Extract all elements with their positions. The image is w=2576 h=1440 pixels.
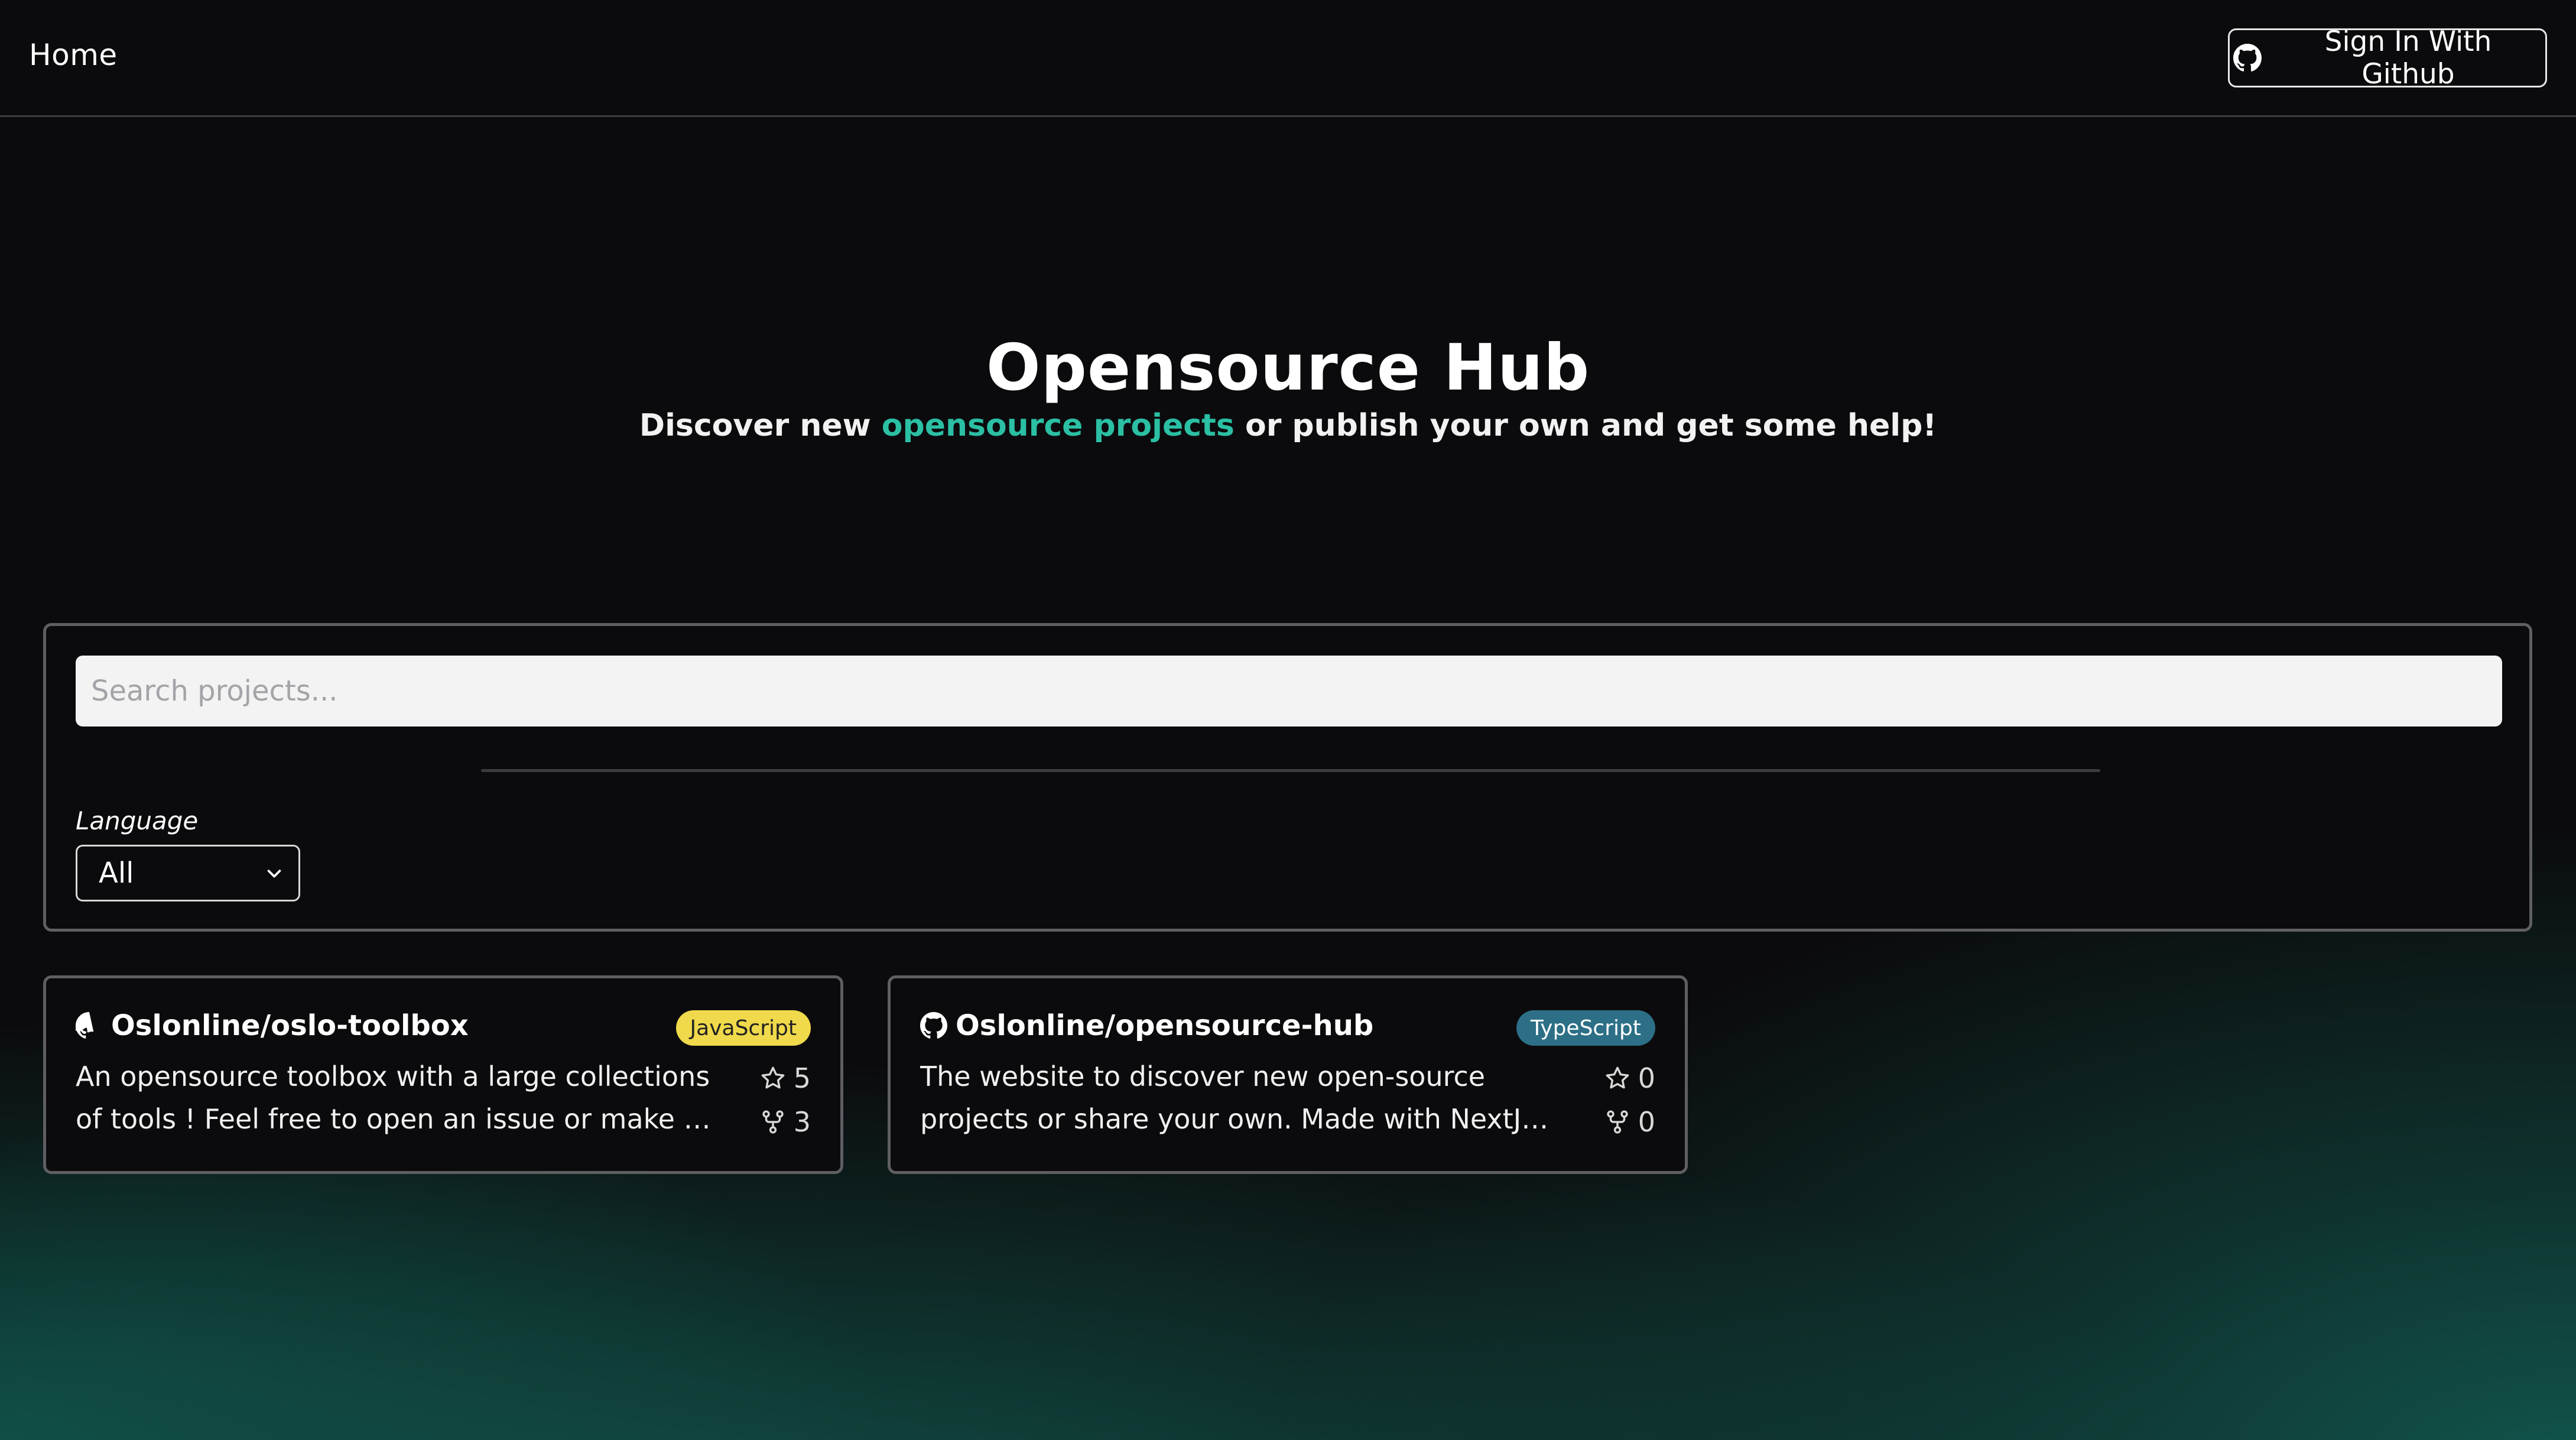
stars-count: 5 — [793, 1062, 811, 1094]
project-title[interactable]: Oslonline/opensource-hub — [956, 1009, 1373, 1042]
divider — [481, 769, 2100, 772]
fork-icon — [759, 1108, 787, 1136]
navbar: Home Sign In With Github — [0, 0, 2576, 117]
project-description: An opensource toolbox with a large colle… — [76, 1060, 710, 1135]
subtitle-after: or publish your own and get some help! — [1234, 408, 1937, 443]
sign-in-label: Sign In With Github — [2324, 25, 2492, 90]
github-icon — [2233, 44, 2262, 72]
language-badge: TypeScript — [1516, 1010, 1655, 1046]
hero-subtitle: Discover new opensource projects or publ… — [0, 408, 2576, 443]
search-panel: Language All — [43, 623, 2532, 932]
page-title: Opensource Hub — [986, 331, 1590, 405]
nav-home-link[interactable]: Home — [29, 38, 118, 72]
project-card[interactable]: Oslonline/opensource-hub TypeScript The … — [888, 975, 1688, 1174]
github-icon — [76, 1012, 103, 1039]
language-selected-value: All — [99, 857, 134, 890]
language-badge: JavaScript — [675, 1010, 811, 1046]
project-stats: 0 0 — [1604, 1062, 1655, 1138]
forks-count: 0 — [1638, 1106, 1655, 1138]
github-icon — [920, 1012, 947, 1039]
stars-stat: 0 — [1604, 1062, 1655, 1094]
language-label: Language — [76, 806, 199, 835]
star-icon — [759, 1065, 787, 1092]
stars-count: 0 — [1638, 1062, 1655, 1094]
subtitle-before: Discover new — [639, 408, 882, 443]
star-icon — [1604, 1065, 1631, 1092]
project-title[interactable]: Oslonline/oslo-toolbox — [111, 1009, 469, 1042]
chevron-down-icon — [265, 864, 283, 882]
fork-icon — [1604, 1108, 1631, 1136]
forks-count: 3 — [793, 1106, 811, 1138]
sign-in-github-button[interactable]: Sign In With Github — [2228, 25, 2547, 90]
stars-stat: 5 — [759, 1062, 811, 1094]
language-select[interactable]: All — [76, 845, 300, 901]
project-header: Oslonline/opensource-hub — [920, 1009, 1373, 1042]
forks-stat: 0 — [1604, 1106, 1655, 1138]
forks-stat: 3 — [759, 1106, 811, 1138]
project-card[interactable]: Oslonline/oslo-toolbox JavaScript An ope… — [43, 975, 843, 1174]
project-stats: 5 3 — [759, 1062, 811, 1138]
search-input[interactable] — [76, 656, 2502, 727]
subtitle-accent: opensource projects — [881, 408, 1235, 443]
project-description: The website to discover new open-source … — [920, 1060, 1548, 1135]
project-header: Oslonline/oslo-toolbox — [76, 1009, 469, 1042]
